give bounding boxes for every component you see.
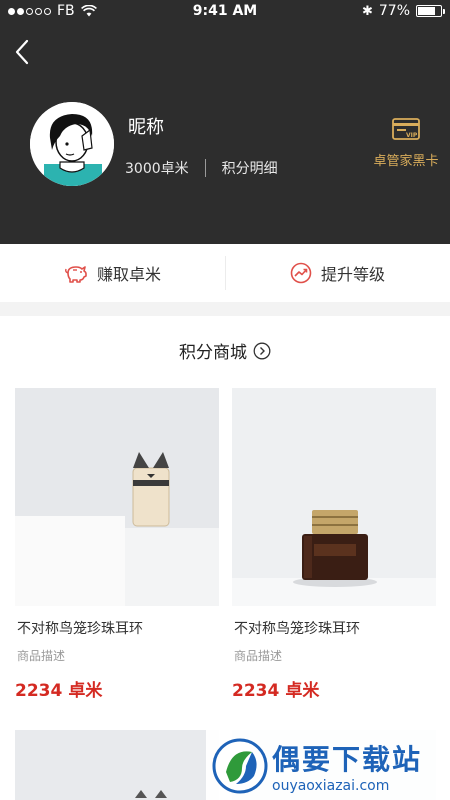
watermark-logo	[212, 738, 268, 794]
vip-card-icon: VIP	[392, 118, 420, 140]
price-unit: 卓米	[285, 681, 320, 701]
chevron-right-circle-icon	[253, 342, 271, 359]
status-bar: FB 9:41 AM ✱ 77%	[0, 0, 450, 24]
bag-photo	[15, 388, 219, 606]
points-row: 3000卓米 积分明细	[125, 158, 278, 178]
serum-jar-photo	[232, 388, 436, 606]
upgrade-level-label: 提升等级	[320, 265, 385, 284]
battery-icon	[416, 5, 445, 17]
product-card[interactable]	[15, 730, 219, 800]
product-photo-partial	[15, 730, 219, 800]
product-price: 2234 卓米	[15, 676, 219, 701]
product-description: 商品描述	[17, 649, 66, 663]
status-right: ✱ 77%	[361, 3, 445, 19]
product-image	[15, 730, 219, 800]
vip-card-label: 卓管家黑卡	[373, 154, 439, 169]
watermark-name: 偶要下载站	[272, 743, 423, 776]
product-description: 商品描述	[234, 649, 283, 663]
profile-header: FB 9:41 AM ✱ 77% 昵称 3000卓米 积分明细 VIP 卓管家黑…	[0, 0, 450, 244]
earn-points-label: 赚取卓米	[96, 265, 161, 284]
battery-percent: 77%	[378, 3, 410, 19]
chevron-left-icon	[15, 39, 29, 65]
product-card[interactable]: 不对称鸟笼珍珠耳环 商品描述 2234 卓米	[15, 388, 219, 701]
watermark-url: ouyaoxiazai.com	[272, 778, 390, 794]
points-mall-header[interactable]: 积分商城	[0, 338, 450, 363]
nickname: 昵称	[128, 117, 164, 138]
points-detail-link[interactable]: 积分明细	[222, 158, 278, 178]
upgrade-level-button[interactable]: 提升等级	[225, 244, 450, 302]
action-bar: 赚取卓米 提升等级	[0, 244, 450, 302]
product-price: 2234 卓米	[232, 676, 436, 701]
points-divider	[204, 159, 206, 177]
section-gap	[0, 302, 450, 316]
earn-points-button[interactable]: 赚取卓米	[0, 244, 225, 302]
points-mall-title: 积分商城	[179, 343, 247, 363]
action-divider	[225, 256, 226, 290]
back-button[interactable]	[12, 36, 36, 68]
avatar-illustration	[30, 102, 114, 186]
avatar[interactable]	[30, 102, 114, 186]
product-name: 不对称鸟笼珍珠耳环	[234, 621, 360, 637]
piggy-bank-icon	[65, 266, 87, 283]
points-balance: 3000卓米	[125, 161, 189, 177]
price-value: 2234	[15, 681, 63, 701]
product-card[interactable]: 不对称鸟笼珍珠耳环 商品描述 2234 卓米	[232, 388, 436, 701]
vip-badge-text: VIP	[406, 132, 418, 139]
vip-card-button[interactable]: VIP 卓管家黑卡	[368, 118, 444, 169]
product-image	[232, 388, 436, 606]
site-watermark: 偶要下载站 ouyaoxiazai.com	[206, 730, 450, 800]
product-name: 不对称鸟笼珍珠耳环	[17, 621, 143, 637]
price-value: 2234	[232, 681, 280, 701]
product-image	[15, 388, 219, 606]
price-unit: 卓米	[68, 681, 103, 701]
trend-up-icon	[290, 262, 312, 284]
bluetooth-icon: ✱	[361, 3, 373, 19]
